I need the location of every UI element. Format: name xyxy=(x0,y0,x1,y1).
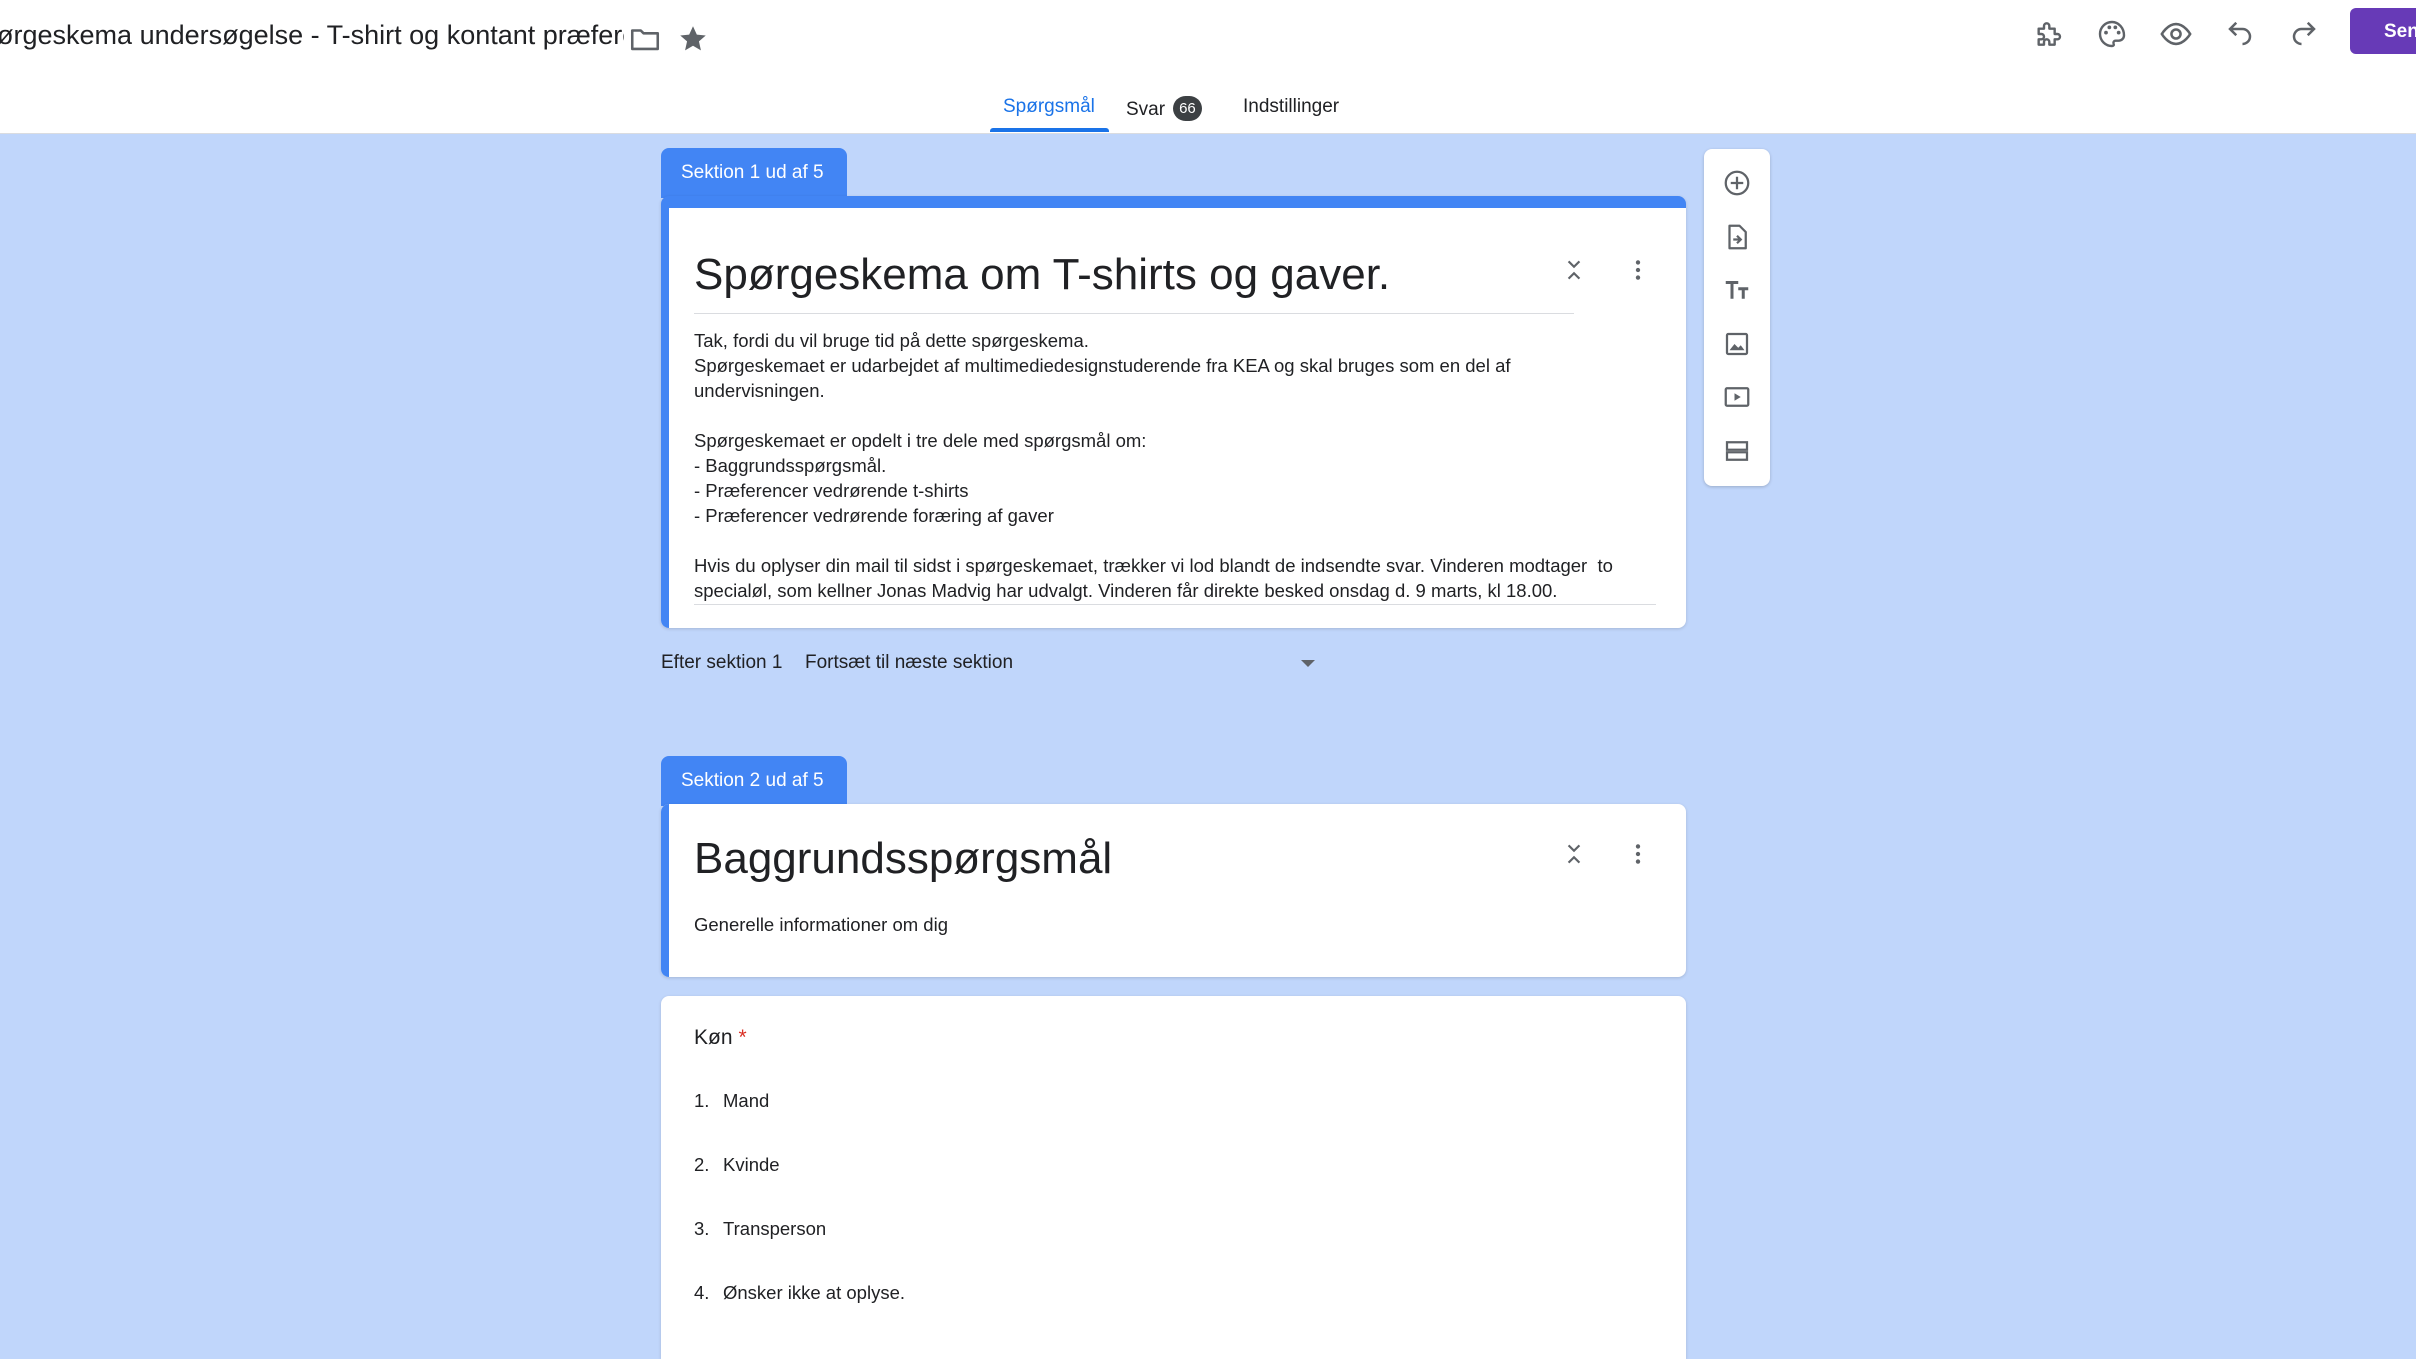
collapse-section-icon[interactable] xyxy=(1554,834,1594,874)
undo-icon[interactable] xyxy=(2220,14,2260,54)
add-video-icon[interactable] xyxy=(1717,377,1757,417)
section-2-description[interactable]: Generelle informationer om dig xyxy=(694,912,948,937)
section-2-card[interactable]: Baggrundsspørgsmål Generelle information… xyxy=(661,804,1686,977)
add-title-icon[interactable] xyxy=(1717,270,1757,310)
question-title[interactable]: Køn * xyxy=(694,1026,747,1050)
section-2-tab: Sektion 2 ud af 5 xyxy=(661,756,847,806)
more-options-icon[interactable] xyxy=(1618,250,1658,290)
option-item[interactable]: 4. Ønsker ikke at oplyse. xyxy=(694,1282,905,1304)
tab-settings[interactable]: Indstillinger xyxy=(1243,96,1339,118)
more-options-icon[interactable] xyxy=(1618,834,1658,874)
option-item[interactable]: 2. Kvinde xyxy=(694,1154,780,1176)
after-section-dropdown[interactable]: Fortsæt til næste sektion xyxy=(805,652,1315,674)
option-item[interactable]: 1. Mand xyxy=(694,1090,769,1112)
focus-bar xyxy=(661,804,669,977)
folder-icon[interactable] xyxy=(628,22,662,56)
document-title[interactable]: Spørgeskema undersøgelse - T-shirt og ko… xyxy=(0,20,624,51)
addon-icon[interactable] xyxy=(2028,14,2068,54)
tab-responses[interactable]: Svar 66 xyxy=(1126,96,1202,121)
active-tab-indicator xyxy=(990,128,1109,132)
section-1-title[interactable]: Spørgeskema om T-shirts og gaver. xyxy=(694,250,1390,300)
option-item[interactable]: 3. Transperson xyxy=(694,1218,826,1240)
responses-count-badge: 66 xyxy=(1173,96,1202,121)
import-questions-icon[interactable] xyxy=(1717,217,1757,257)
add-section-icon[interactable] xyxy=(1717,431,1757,471)
add-question-icon[interactable] xyxy=(1717,163,1757,203)
floating-toolbar xyxy=(1704,149,1770,486)
redo-icon[interactable] xyxy=(2284,14,2324,54)
dropdown-arrow-icon xyxy=(1301,660,1315,667)
description-underline xyxy=(694,604,1656,605)
send-button[interactable]: Send xyxy=(2350,8,2416,54)
collapse-section-icon[interactable] xyxy=(1554,250,1594,290)
app-header: Spørgeskema undersøgelse - T-shirt og ko… xyxy=(0,0,2416,134)
tab-questions[interactable]: Spørgsmål xyxy=(1003,96,1095,118)
star-icon[interactable] xyxy=(676,22,710,56)
section-1-tab: Sektion 1 ud af 5 xyxy=(661,148,847,198)
palette-icon[interactable] xyxy=(2092,14,2132,54)
title-underline xyxy=(694,313,1574,314)
add-image-icon[interactable] xyxy=(1717,324,1757,364)
section-2-title[interactable]: Baggrundsspørgsmål xyxy=(694,834,1112,884)
question-card[interactable]: Køn * 1. Mand 2. Kvinde 3. Transperson 4. Øns… xyxy=(661,996,1686,1359)
focus-bar xyxy=(661,208,669,628)
after-section-label: Efter sektion 1 xyxy=(661,652,783,673)
section-1-card[interactable]: Spørgeskema om T-shirts og gaver. Tak, f… xyxy=(661,196,1686,628)
preview-icon[interactable] xyxy=(2156,14,2196,54)
required-mark: * xyxy=(738,1026,747,1049)
section-1-description[interactable]: Tak, fordi du vil bruge tid på dette spø… xyxy=(694,328,1613,603)
